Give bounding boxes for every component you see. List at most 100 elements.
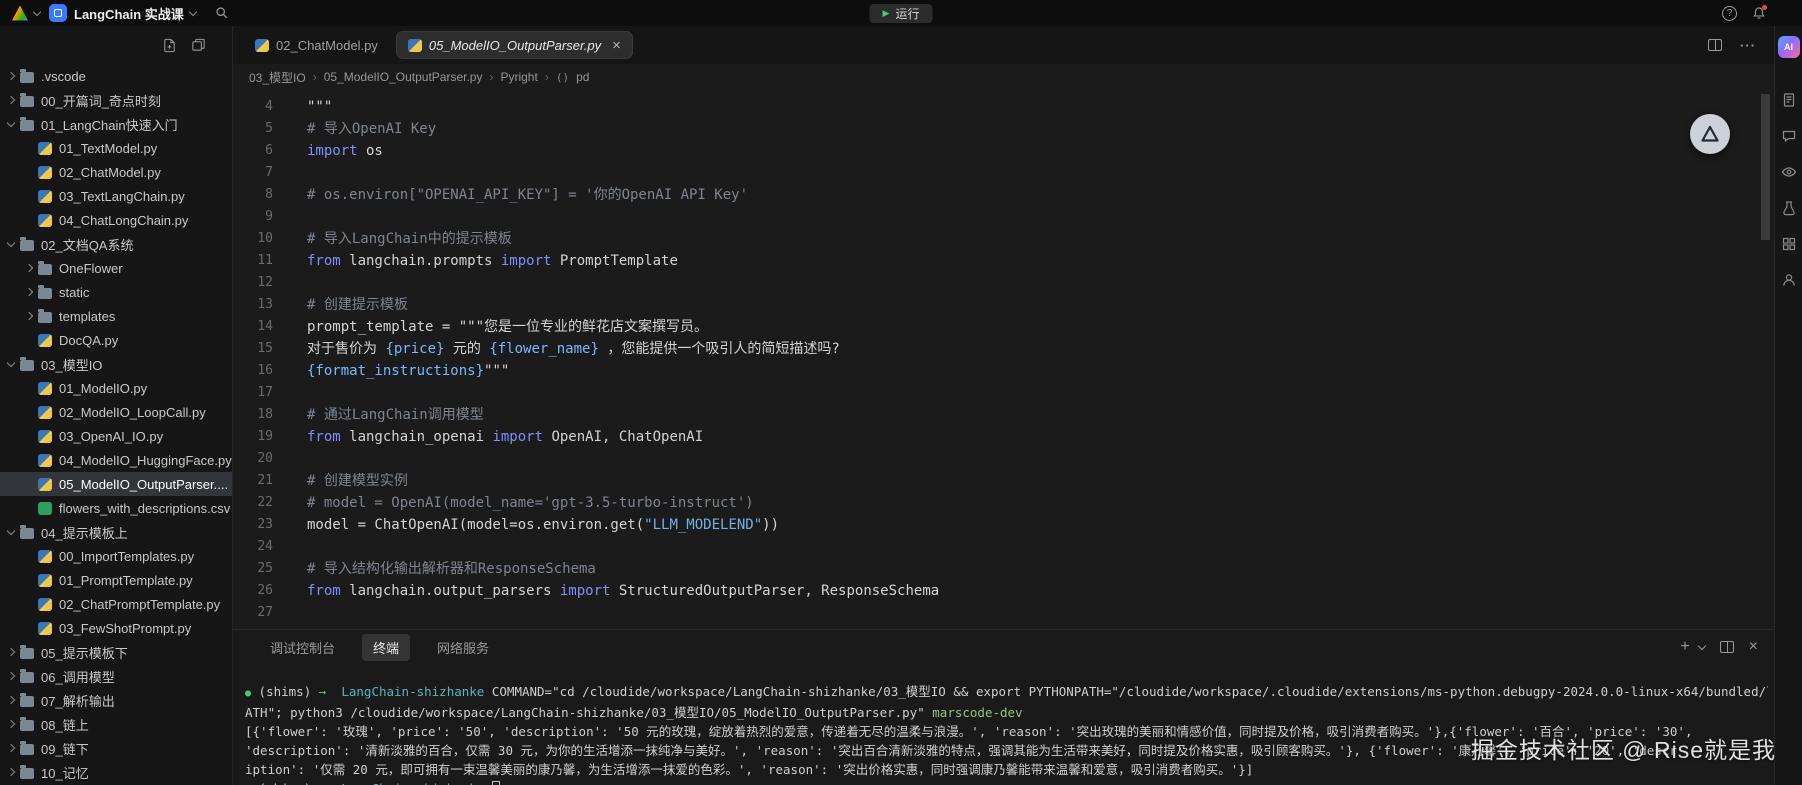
file-tree-item[interactable]: 01_TextModel.py	[0, 136, 232, 160]
file-tree-item[interactable]: 01_PromptTemplate.py	[0, 568, 232, 592]
file-tree-item[interactable]: .vscode	[0, 64, 232, 88]
code-line[interactable]: 26from langchain.output_parsers import S…	[233, 580, 1774, 602]
file-tree-item[interactable]: 03_TextLangChain.py	[0, 184, 232, 208]
file-label: 02_ChatPromptTemplate.py	[59, 597, 220, 612]
terminal-output[interactable]: ● (shims) → LangChain-shizhanke COMMAND=…	[233, 664, 1774, 785]
workspace-icon[interactable]	[49, 4, 67, 22]
code-editor[interactable]: 4"""5# 导入OpenAI Key6import os78# os.envi…	[233, 90, 1774, 629]
close-icon[interactable]: ×	[612, 38, 621, 53]
code-line[interactable]: 18# 通过LangChain调用模型	[233, 404, 1774, 426]
code-line[interactable]: 17	[233, 382, 1774, 404]
file-tree-item[interactable]: 04_ChatLongChain.py	[0, 208, 232, 232]
chevron-down-icon[interactable]	[33, 8, 41, 16]
code-line[interactable]: 21# 创建模型实例	[233, 470, 1774, 492]
file-tree-item[interactable]: 09_链下	[0, 736, 232, 760]
file-tree-item[interactable]: 01_ModelIO.py	[0, 376, 232, 400]
breadcrumb-item[interactable]: Pyright	[500, 70, 537, 84]
breadcrumb-item[interactable]: 05_ModelIO_OutputParser.py	[324, 70, 483, 84]
workspace-title[interactable]: LangChain 实战课	[74, 4, 184, 23]
test-beaker-icon[interactable]	[1781, 200, 1797, 216]
editor-scrollbar[interactable]	[1761, 94, 1770, 240]
editor-tab[interactable]: 02_ChatModel.py	[243, 31, 390, 59]
code-line[interactable]: 27	[233, 602, 1774, 624]
file-tree-item[interactable]: 00_开篇词_奇点时刻	[0, 88, 232, 112]
panel-tab[interactable]: 终端	[362, 634, 410, 661]
file-label: 03_FewShotPrompt.py	[59, 621, 191, 636]
comments-icon[interactable]	[1781, 128, 1797, 144]
code-text	[293, 162, 307, 184]
file-tree-item[interactable]: 01_LangChain快速入门	[0, 112, 232, 136]
line-number: 10	[233, 228, 293, 250]
file-tree: .vscode00_开篇词_奇点时刻01_LangChain快速入门01_Tex…	[0, 64, 232, 785]
code-line[interactable]: 23model = ChatOpenAI(model=os.environ.ge…	[233, 514, 1774, 536]
docs-icon[interactable]	[1781, 92, 1797, 108]
code-line[interactable]: 15对于售价为 {price} 元的 {flower_name} ，您能提供一个…	[233, 338, 1774, 360]
split-terminal-icon[interactable]	[1720, 641, 1734, 653]
more-actions-icon[interactable]: ···	[1740, 38, 1756, 53]
file-tree-item[interactable]: OneFlower	[0, 256, 232, 280]
terminal-text: LangChain-shizhanke	[326, 684, 492, 699]
file-tree-item[interactable]: 03_OpenAI_IO.py	[0, 424, 232, 448]
code-line[interactable]: 5# 导入OpenAI Key	[233, 118, 1774, 140]
split-editor-icon[interactable]	[1708, 39, 1722, 51]
run-button[interactable]: ▶ 运行	[870, 4, 933, 23]
code-line[interactable]: 25# 导入结构化输出解析器和ResponseSchema	[233, 558, 1774, 580]
file-tree-item[interactable]: DocQA.py	[0, 328, 232, 352]
code-line[interactable]: 7	[233, 162, 1774, 184]
code-line[interactable]: 9	[233, 206, 1774, 228]
code-line[interactable]: 16{format_instructions}"""	[233, 360, 1774, 382]
profile-icon[interactable]	[1781, 272, 1797, 288]
file-tree-item[interactable]: 07_解析输出	[0, 688, 232, 712]
editor-tab[interactable]: 05_ModelIO_OutputParser.py×	[396, 31, 633, 59]
code-line[interactable]: 4"""	[233, 96, 1774, 118]
file-tree-item[interactable]: 04_ModelIO_HuggingFace.py	[0, 448, 232, 472]
notifications-icon[interactable]	[1752, 6, 1766, 20]
file-tree-item[interactable]: 10_记忆	[0, 760, 232, 784]
chevron-down-icon[interactable]	[189, 8, 197, 16]
code-line[interactable]: 14prompt_template = """您是一位专业的鲜花店文案撰写员。	[233, 316, 1774, 338]
code-line[interactable]: 11from langchain.prompts import PromptTe…	[233, 250, 1774, 272]
file-tree-item[interactable]: 03_FewShotPrompt.py	[0, 616, 232, 640]
file-tree-item[interactable]: flowers_with_descriptions.csv	[0, 496, 232, 520]
line-number: 20	[233, 448, 293, 470]
code-line[interactable]: 20	[233, 448, 1774, 470]
preview-icon[interactable]	[1781, 164, 1797, 180]
file-tree-item[interactable]: 03_模型IO	[0, 352, 232, 376]
file-tree-item[interactable]: 02_ChatPromptTemplate.py	[0, 592, 232, 616]
floating-assistant-button[interactable]	[1690, 114, 1730, 154]
open-editors-icon[interactable]	[191, 38, 206, 53]
search-icon[interactable]	[215, 6, 229, 20]
terminal-dropdown-icon[interactable]	[1697, 641, 1705, 649]
code-line[interactable]: 8# os.environ["OPENAI_API_KEY"] = '你的Ope…	[233, 184, 1774, 206]
file-tree-item[interactable]: 05_ModelIO_OutputParser....	[0, 472, 232, 496]
ai-assistant-icon[interactable]: AI	[1778, 36, 1800, 58]
file-tree-item[interactable]: 04_提示模板上	[0, 520, 232, 544]
file-tree-item[interactable]: 02_文档QA系统	[0, 232, 232, 256]
file-tree-item[interactable]: templates	[0, 304, 232, 328]
app-logo-icon[interactable]	[12, 6, 28, 21]
code-line[interactable]: 22# model = OpenAI(model_name='gpt-3.5-t…	[233, 492, 1774, 514]
help-icon[interactable]: ?	[1722, 6, 1737, 21]
code-line[interactable]: 6import os	[233, 140, 1774, 162]
file-tree-item[interactable]: 02_ChatModel.py	[0, 160, 232, 184]
code-line[interactable]: 10# 导入LangChain中的提示模板	[233, 228, 1774, 250]
code-line[interactable]: 19from langchain_openai import OpenAI, C…	[233, 426, 1774, 448]
breadcrumb-item[interactable]: 03_模型IO	[249, 69, 306, 86]
file-tree-item[interactable]: static	[0, 280, 232, 304]
new-terminal-icon[interactable]: +	[1680, 639, 1689, 655]
file-tree-item[interactable]: 00_ImportTemplates.py	[0, 544, 232, 568]
code-text: # os.environ["OPENAI_API_KEY"] = '你的Open…	[293, 184, 748, 206]
panel-tab[interactable]: 网络服务	[426, 634, 500, 661]
close-panel-icon[interactable]: ×	[1749, 639, 1758, 655]
code-line[interactable]: 12	[233, 272, 1774, 294]
file-tree-item[interactable]: 05_提示模板下	[0, 640, 232, 664]
apps-grid-icon[interactable]	[1781, 236, 1797, 252]
file-tree-item[interactable]: 02_ModelIO_LoopCall.py	[0, 400, 232, 424]
breadcrumb-item[interactable]: pd	[576, 70, 589, 84]
file-tree-item[interactable]: 06_调用模型	[0, 664, 232, 688]
new-file-icon[interactable]	[162, 38, 177, 53]
code-line[interactable]: 13# 创建提示模板	[233, 294, 1774, 316]
panel-tab[interactable]: 调试控制台	[259, 634, 346, 661]
code-line[interactable]: 24	[233, 536, 1774, 558]
file-tree-item[interactable]: 08_链上	[0, 712, 232, 736]
